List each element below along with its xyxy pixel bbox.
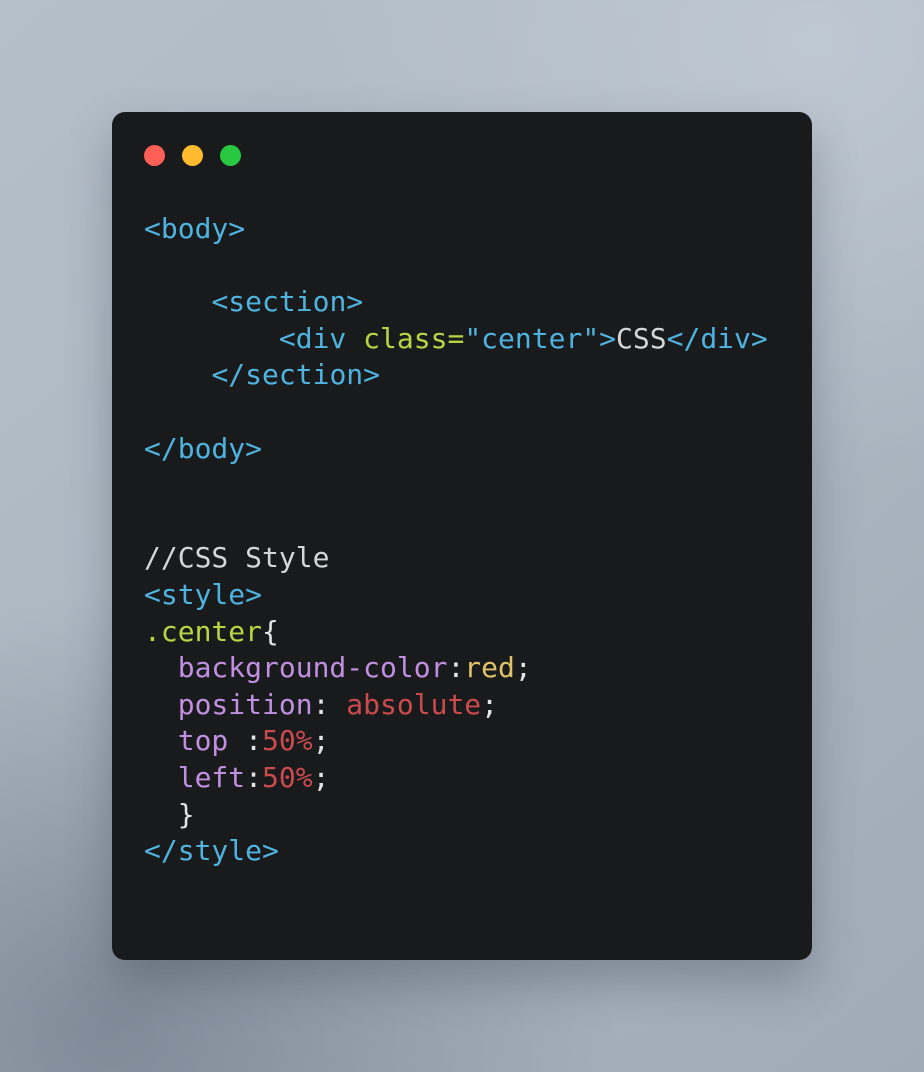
code-token-tag: > <box>599 321 617 355</box>
code-line: ​ <box>144 504 802 541</box>
code-line: } <box>144 797 802 834</box>
code-token-prop: background-color <box>177 651 448 685</box>
code-token-text: CSS <box>616 321 667 355</box>
code-line: <body> <box>144 211 802 248</box>
code-token-tag: <style> <box>144 577 263 611</box>
code-editor-content[interactable]: <body>​ <section> <div class="center">CS… <box>144 211 802 952</box>
code-token-punct: ; <box>481 687 499 721</box>
code-token-attr: class <box>363 321 448 355</box>
close-button[interactable] <box>144 145 165 166</box>
code-token-tag: <section> <box>211 285 364 319</box>
code-line: ​ <box>144 248 802 285</box>
code-token-tag: </body> <box>144 431 263 465</box>
code-line: ​ <box>144 394 802 431</box>
code-token-prop: left <box>177 760 246 794</box>
code-token-tag: <body> <box>144 212 246 245</box>
code-token-tag: </section> <box>211 358 381 392</box>
code-token-prop: position <box>177 687 313 721</box>
code-line: .center{ <box>144 614 802 651</box>
code-line: </body> <box>144 431 802 468</box>
maximize-button[interactable] <box>220 145 241 166</box>
code-line: <style> <box>144 577 802 614</box>
code-token-valred: 50% <box>262 760 313 794</box>
code-token-tag: </div> <box>666 321 768 355</box>
code-token-valgold: red <box>464 651 515 685</box>
code-token-tag: </style> <box>144 834 279 868</box>
code-token-attr: = <box>447 321 465 355</box>
code-snippet-window: <body>​ <section> <div class="center">CS… <box>112 112 812 960</box>
window-titlebar <box>144 145 241 166</box>
page-root: <body>​ <section> <div class="center">CS… <box>0 0 924 1072</box>
code-line: <div class="center">CSS</div> <box>144 321 802 358</box>
code-line: position: absolute; <box>144 687 802 724</box>
code-line: </style> <box>144 833 802 870</box>
code-token-punct: : <box>447 651 465 685</box>
code-token-comment: //CSS Style <box>144 541 330 575</box>
code-token-punct: ; <box>514 651 532 685</box>
code-token-string: "center" <box>464 321 600 355</box>
code-token-valred: absolute <box>346 687 482 721</box>
code-line: //CSS Style <box>144 540 802 577</box>
code-line: <section> <box>144 284 802 321</box>
code-line: </section> <box>144 357 802 394</box>
code-line: ​ <box>144 467 802 504</box>
code-token-punct: ; <box>312 760 330 794</box>
code-line: left:50%; <box>144 760 802 797</box>
code-token-punct: ; <box>312 724 330 758</box>
code-token-punct: : <box>312 687 347 721</box>
code-token-selector: .center <box>144 614 263 648</box>
code-line: top :50%; <box>144 723 802 760</box>
code-token-prop: top <box>177 724 246 758</box>
code-token-valred: 50% <box>262 724 313 758</box>
code-line: background-color:red; <box>144 650 802 687</box>
code-token-punct: } <box>177 797 195 831</box>
code-token-punct: : <box>245 760 263 794</box>
minimize-button[interactable] <box>182 145 203 166</box>
code-token-punct: : <box>245 724 263 758</box>
code-token-punct: { <box>262 614 279 648</box>
code-token-tag: <div <box>278 321 364 355</box>
